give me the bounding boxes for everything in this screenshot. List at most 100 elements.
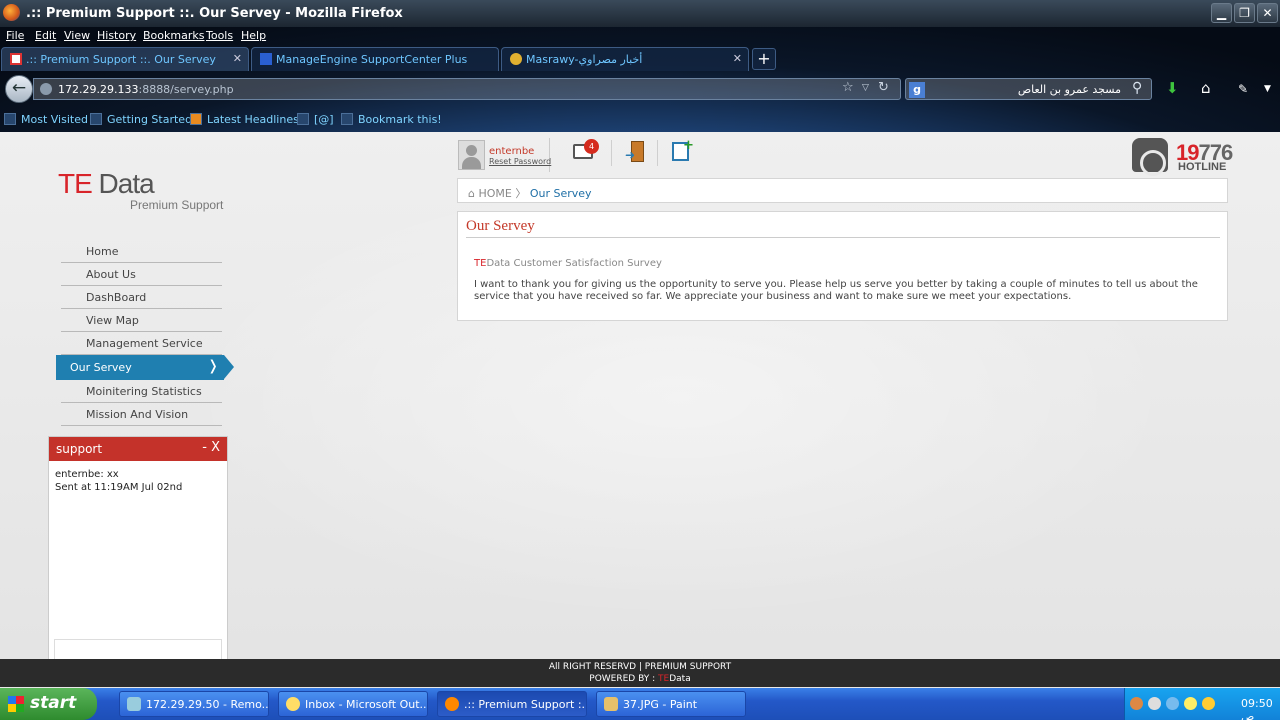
bookmark-star-icon[interactable]: ☆ — [842, 80, 854, 95]
nav-about-us[interactable]: About Us — [61, 263, 222, 286]
reset-password-link[interactable]: Reset Password — [489, 157, 551, 166]
content-panel: Our Servey TEData Customer Satisfaction … — [457, 211, 1228, 321]
nav-home[interactable]: Home — [61, 240, 222, 263]
chat-window: support - X enternbe: xx Sent at 11:19AM… — [48, 436, 228, 686]
menu-view[interactable]: View — [64, 29, 90, 42]
addon-icon[interactable]: ✎ — [1238, 82, 1248, 96]
taskbar-label: 172.29.29.50 - Remo... — [146, 698, 269, 711]
nav-view-map[interactable]: View Map — [61, 309, 222, 332]
browser-chrome: File Edit View History Bookmarks Tools H… — [0, 27, 1280, 132]
menu-arrow-icon[interactable]: ▼ — [1264, 84, 1271, 94]
messages-button[interactable]: 4 — [572, 139, 599, 164]
tedata-logo[interactable]: TE Data Premium Support — [58, 168, 223, 212]
home-icon[interactable]: ⌂ — [1201, 79, 1211, 97]
tab-masrawy[interactable]: Masrawy-أخبار مصراوي ✕ — [501, 47, 749, 71]
tray-arrow-icon[interactable] — [1130, 697, 1143, 710]
logo-data: Data — [91, 168, 155, 199]
footer-copyright: All RIGHT RESERVD | PREMIUM SUPPORT — [548, 662, 732, 672]
back-button[interactable]: ← — [5, 75, 33, 103]
url-dropdown-icon[interactable]: ▽ — [862, 83, 869, 93]
taskbar-item-firefox[interactable]: .:: Premium Support :... — [437, 691, 587, 717]
logout-button[interactable]: ➜ — [625, 140, 649, 164]
tedata-favicon — [10, 53, 22, 65]
new-tab-button[interactable]: + — [752, 48, 776, 70]
taskbar-item-outlook[interactable]: Inbox - Microsoft Out... — [278, 691, 428, 717]
taskbar-label: .:: Premium Support :... — [464, 698, 587, 711]
chat-controls[interactable]: - X — [202, 440, 220, 455]
chat-header[interactable]: support - X — [49, 437, 227, 461]
window-title: .:: Premium Support ::. Our Servey - Moz… — [26, 6, 403, 21]
nav-dashboard[interactable]: DashBoard — [61, 286, 222, 309]
avatar — [458, 140, 485, 170]
breadcrumb-separator: 〉 — [515, 187, 527, 200]
divider — [657, 140, 658, 166]
menu-file[interactable]: File — [6, 29, 24, 42]
close-tab-icon[interactable]: ✕ — [233, 52, 242, 65]
tray-alert-icon[interactable] — [1184, 697, 1197, 710]
manageengine-favicon — [260, 53, 272, 65]
search-icon[interactable]: ⚲ — [1132, 80, 1142, 96]
breadcrumb-home[interactable]: HOME — [478, 187, 511, 200]
menu-history[interactable]: History — [97, 29, 136, 42]
messages-badge: 4 — [584, 139, 599, 154]
logo-te: TE — [58, 168, 93, 199]
tray-help-icon[interactable] — [1148, 697, 1161, 710]
paint-icon — [604, 697, 618, 711]
taskbar-label: Inbox - Microsoft Out... — [305, 698, 428, 711]
minimize-button[interactable]: ▁ — [1211, 3, 1232, 23]
tab-label: ManageEngine SupportCenter Plus — [276, 53, 468, 66]
chat-message-time: Sent at 11:19AM Jul 02nd — [55, 482, 183, 493]
masrawy-favicon — [510, 53, 522, 65]
nav-our-servey[interactable]: Our Servey ❭ — [56, 355, 234, 380]
nav-management-service[interactable]: Management Service — [61, 332, 222, 355]
system-tray: 09:50 ص — [1124, 688, 1280, 720]
url-path: :8888/servey.php — [138, 83, 234, 96]
menu-help[interactable]: Help — [241, 29, 266, 42]
menu-edit[interactable]: Edit — [35, 29, 56, 42]
tray-shield-icon[interactable] — [1202, 697, 1215, 710]
nav-label: Our Servey — [70, 361, 132, 374]
tab-manageengine[interactable]: ManageEngine SupportCenter Plus — [251, 47, 499, 71]
search-input[interactable]: g مسجد عمرو بن العاص ⚲ — [905, 78, 1152, 100]
bookmark-getting-started[interactable]: Getting Started — [90, 113, 192, 126]
taskbar: start 172.29.29.50 - Remo... Inbox - Mic… — [0, 688, 1280, 720]
globe-icon — [40, 83, 52, 95]
windows-flag-icon — [8, 696, 24, 712]
bookmark-label: [@] — [314, 113, 334, 126]
tray-network-icon[interactable] — [1166, 697, 1179, 710]
bookmark-at[interactable]: [@] — [297, 113, 334, 126]
logo-subtitle: Premium Support — [130, 198, 224, 212]
tab-label: Masrawy-أخبار مصراوي — [526, 53, 643, 66]
url-bar[interactable]: 172.29.29.133:8888/servey.php — [33, 78, 901, 100]
survey-subtitle: TEData Customer Satisfaction Survey — [474, 258, 662, 269]
nav-monitoring-statistics[interactable]: Moinitering Statistics — [61, 380, 222, 403]
remote-desktop-icon — [127, 697, 141, 711]
tab-premium-support[interactable]: .:: Premium Support ::. Our Servey ✕ — [1, 47, 249, 71]
nav-mission-vision[interactable]: Mission And Vision — [61, 403, 222, 426]
start-button[interactable]: start — [0, 688, 97, 720]
breadcrumb-current: Our Servey — [529, 187, 592, 200]
reload-icon[interactable]: ↻ — [878, 80, 889, 95]
taskbar-item-remote[interactable]: 172.29.29.50 - Remo... — [119, 691, 269, 717]
bookmark-label: Most Visited — [21, 113, 88, 126]
bookmark-page-icon — [297, 113, 309, 125]
add-contact-button[interactable]: + — [670, 138, 694, 164]
home-icon[interactable]: ⌂ — [468, 187, 475, 200]
bookmarks-bar: Most Visited Getting Started Latest Head… — [0, 110, 1280, 130]
bookmark-most-visited[interactable]: Most Visited — [4, 113, 88, 126]
divider — [466, 237, 1220, 238]
window-titlebar: .:: Premium Support ::. Our Servey - Moz… — [0, 0, 1280, 27]
download-icon[interactable]: ⬇ — [1166, 79, 1179, 97]
close-tab-icon[interactable]: ✕ — [733, 52, 742, 65]
close-window-button[interactable]: ✕ — [1257, 3, 1278, 23]
page-footer: All RIGHT RESERVD | PREMIUM SUPPORT POWE… — [0, 659, 1280, 687]
menu-bookmarks[interactable]: Bookmarks — [143, 29, 204, 42]
plus-icon: + — [683, 138, 694, 153]
bookmark-this[interactable]: Bookmark this! — [341, 113, 442, 126]
maximize-button[interactable]: ❐ — [1234, 3, 1255, 23]
taskbar-item-paint[interactable]: 37.JPG - Paint — [596, 691, 746, 717]
google-icon: g — [909, 82, 925, 98]
divider — [611, 140, 612, 166]
bookmark-latest-headlines[interactable]: Latest Headlines — [190, 113, 299, 126]
menu-tools[interactable]: Tools — [206, 29, 233, 42]
